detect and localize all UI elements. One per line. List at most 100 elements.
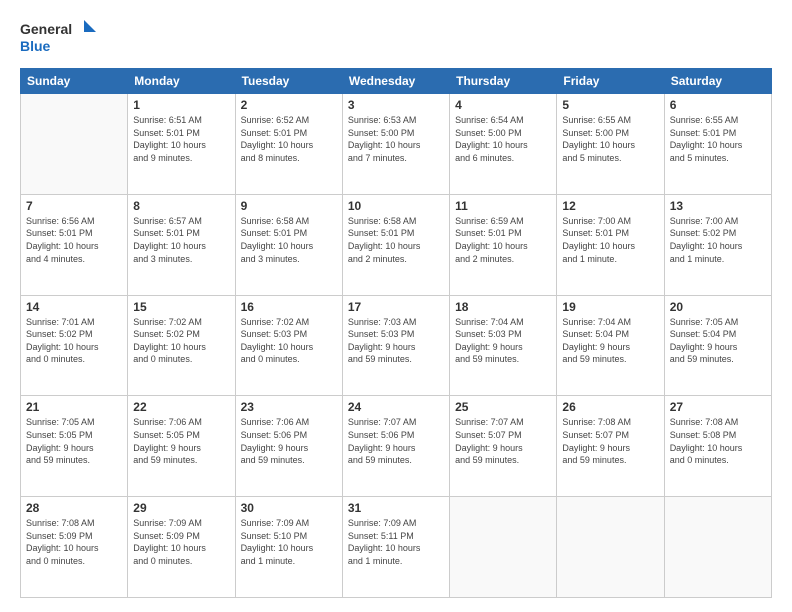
day-cell: 19Sunrise: 7:04 AM Sunset: 5:04 PM Dayli…	[557, 295, 664, 396]
day-number: 11	[455, 199, 551, 213]
day-info: Sunrise: 7:07 AM Sunset: 5:06 PM Dayligh…	[348, 416, 444, 466]
day-cell: 5 Sunrise: 6:55 AM Sunset: 5:00 PM Daylig…	[557, 94, 664, 195]
day-cell: 1 Sunrise: 6:51 AM Sunset: 5:01 PM Daylig…	[128, 94, 235, 195]
day-number: 10	[348, 199, 444, 213]
day-number: 4	[455, 98, 551, 112]
day-info: Sunrise: 7:07 AM Sunset: 5:07 PM Dayligh…	[455, 416, 551, 466]
header: General Blue	[20, 18, 772, 58]
day-info: Sunrise: 7:02 AM Sunset: 5:03 PM Dayligh…	[241, 316, 337, 366]
day-info: Sunrise: 7:03 AM Sunset: 5:03 PM Dayligh…	[348, 316, 444, 366]
day-cell: 16 Sunrise: 7:02 AM Sunset: 5:03 PM Dayli…	[235, 295, 342, 396]
day-cell: 9Sunrise: 6:58 AM Sunset: 5:01 PM Daylig…	[235, 194, 342, 295]
day-cell: 2 Sunrise: 6:52 AM Sunset: 5:01 PM Daylig…	[235, 94, 342, 195]
day-number: 8	[133, 199, 229, 213]
day-number: 30	[241, 501, 337, 515]
day-number: 17	[348, 300, 444, 314]
day-info: Sunrise: 7:00 AM Sunset: 5:01 PM Dayligh…	[562, 215, 658, 265]
day-info: Sunrise: 6:57 AM Sunset: 5:01 PM Dayligh…	[133, 215, 229, 265]
logo: General Blue	[20, 18, 100, 58]
day-info: Sunrise: 6:59 AM Sunset: 5:01 PM Dayligh…	[455, 215, 551, 265]
day-number: 24	[348, 400, 444, 414]
day-number: 12	[562, 199, 658, 213]
weekday-header-thursday: Thursday	[450, 69, 557, 94]
weekday-header-monday: Monday	[128, 69, 235, 94]
day-cell: 13Sunrise: 7:00 AM Sunset: 5:02 PM Dayli…	[664, 194, 771, 295]
svg-text:Blue: Blue	[20, 38, 51, 54]
day-cell: 28Sunrise: 7:08 AM Sunset: 5:09 PM Dayli…	[21, 497, 128, 598]
day-number: 16	[241, 300, 337, 314]
day-number: 7	[26, 199, 122, 213]
day-number: 13	[670, 199, 766, 213]
day-cell	[21, 94, 128, 195]
day-cell: 31 Sunrise: 7:09 AM Sunset: 5:11 PM Dayli…	[342, 497, 449, 598]
day-number: 1	[133, 98, 229, 112]
day-info: Sunrise: 6:51 AM Sunset: 5:01 PM Dayligh…	[133, 114, 229, 164]
day-info: Sunrise: 7:09 AM Sunset: 5:11 PM Dayligh…	[348, 517, 444, 567]
weekday-header-friday: Friday	[557, 69, 664, 94]
day-number: 3	[348, 98, 444, 112]
day-number: 23	[241, 400, 337, 414]
day-info: Sunrise: 6:55 AM Sunset: 5:01 PM Dayligh…	[670, 114, 766, 164]
day-cell: 14Sunrise: 7:01 AM Sunset: 5:02 PM Dayli…	[21, 295, 128, 396]
day-info: Sunrise: 7:08 AM Sunset: 5:07 PM Dayligh…	[562, 416, 658, 466]
day-number: 31	[348, 501, 444, 515]
day-cell: 17 Sunrise: 7:03 AM Sunset: 5:03 PM Dayli…	[342, 295, 449, 396]
day-cell: 4Sunrise: 6:54 AM Sunset: 5:00 PM Daylig…	[450, 94, 557, 195]
day-cell: 8 Sunrise: 6:57 AM Sunset: 5:01 PM Daylig…	[128, 194, 235, 295]
day-cell: 12 Sunrise: 7:00 AM Sunset: 5:01 PM Dayli…	[557, 194, 664, 295]
day-cell: 18Sunrise: 7:04 AM Sunset: 5:03 PM Dayli…	[450, 295, 557, 396]
day-cell: 26 Sunrise: 7:08 AM Sunset: 5:07 PM Dayli…	[557, 396, 664, 497]
weekday-header-tuesday: Tuesday	[235, 69, 342, 94]
weekday-header-saturday: Saturday	[664, 69, 771, 94]
day-info: Sunrise: 7:05 AM Sunset: 5:05 PM Dayligh…	[26, 416, 122, 466]
day-number: 22	[133, 400, 229, 414]
week-row-5: 28Sunrise: 7:08 AM Sunset: 5:09 PM Dayli…	[21, 497, 772, 598]
day-cell: 29 Sunrise: 7:09 AM Sunset: 5:09 PM Dayli…	[128, 497, 235, 598]
day-cell: 22 Sunrise: 7:06 AM Sunset: 5:05 PM Dayli…	[128, 396, 235, 497]
day-number: 26	[562, 400, 658, 414]
day-info: Sunrise: 7:06 AM Sunset: 5:06 PM Dayligh…	[241, 416, 337, 466]
day-info: Sunrise: 6:52 AM Sunset: 5:01 PM Dayligh…	[241, 114, 337, 164]
day-cell: 20Sunrise: 7:05 AM Sunset: 5:04 PM Dayli…	[664, 295, 771, 396]
day-number: 28	[26, 501, 122, 515]
day-info: Sunrise: 7:06 AM Sunset: 5:05 PM Dayligh…	[133, 416, 229, 466]
week-row-4: 21 Sunrise: 7:05 AM Sunset: 5:05 PM Dayli…	[21, 396, 772, 497]
weekday-header-wednesday: Wednesday	[342, 69, 449, 94]
day-cell: 15Sunrise: 7:02 AM Sunset: 5:02 PM Dayli…	[128, 295, 235, 396]
day-cell: 3Sunrise: 6:53 AM Sunset: 5:00 PM Daylig…	[342, 94, 449, 195]
day-info: Sunrise: 6:56 AM Sunset: 5:01 PM Dayligh…	[26, 215, 122, 265]
day-cell: 21 Sunrise: 7:05 AM Sunset: 5:05 PM Dayli…	[21, 396, 128, 497]
page: General Blue SundayMondayTuesdayWednesda…	[0, 0, 792, 612]
day-number: 27	[670, 400, 766, 414]
day-info: Sunrise: 7:08 AM Sunset: 5:08 PM Dayligh…	[670, 416, 766, 466]
day-info: Sunrise: 6:55 AM Sunset: 5:00 PM Dayligh…	[562, 114, 658, 164]
weekday-header-row: SundayMondayTuesdayWednesdayThursdayFrid…	[21, 69, 772, 94]
day-info: Sunrise: 7:09 AM Sunset: 5:09 PM Dayligh…	[133, 517, 229, 567]
day-info: Sunrise: 7:04 AM Sunset: 5:04 PM Dayligh…	[562, 316, 658, 366]
day-number: 18	[455, 300, 551, 314]
day-cell: 27 Sunrise: 7:08 AM Sunset: 5:08 PM Dayli…	[664, 396, 771, 497]
day-info: Sunrise: 6:58 AM Sunset: 5:01 PM Dayligh…	[348, 215, 444, 265]
week-row-1: 1 Sunrise: 6:51 AM Sunset: 5:01 PM Daylig…	[21, 94, 772, 195]
day-number: 21	[26, 400, 122, 414]
logo-icon: General Blue	[20, 18, 100, 58]
day-cell	[557, 497, 664, 598]
day-info: Sunrise: 7:09 AM Sunset: 5:10 PM Dayligh…	[241, 517, 337, 567]
day-cell: 25Sunrise: 7:07 AM Sunset: 5:07 PM Dayli…	[450, 396, 557, 497]
week-row-2: 7 Sunrise: 6:56 AM Sunset: 5:01 PM Daylig…	[21, 194, 772, 295]
day-cell: 30 Sunrise: 7:09 AM Sunset: 5:10 PM Dayli…	[235, 497, 342, 598]
day-number: 9	[241, 199, 337, 213]
day-info: Sunrise: 7:05 AM Sunset: 5:04 PM Dayligh…	[670, 316, 766, 366]
day-cell	[664, 497, 771, 598]
weekday-header-sunday: Sunday	[21, 69, 128, 94]
day-number: 5	[562, 98, 658, 112]
day-number: 2	[241, 98, 337, 112]
day-info: Sunrise: 7:02 AM Sunset: 5:02 PM Dayligh…	[133, 316, 229, 366]
day-cell: 23 Sunrise: 7:06 AM Sunset: 5:06 PM Dayli…	[235, 396, 342, 497]
day-cell: 10 Sunrise: 6:58 AM Sunset: 5:01 PM Dayli…	[342, 194, 449, 295]
day-cell: 6Sunrise: 6:55 AM Sunset: 5:01 PM Daylig…	[664, 94, 771, 195]
day-number: 29	[133, 501, 229, 515]
week-row-3: 14Sunrise: 7:01 AM Sunset: 5:02 PM Dayli…	[21, 295, 772, 396]
day-info: Sunrise: 7:01 AM Sunset: 5:02 PM Dayligh…	[26, 316, 122, 366]
day-cell: 7 Sunrise: 6:56 AM Sunset: 5:01 PM Daylig…	[21, 194, 128, 295]
